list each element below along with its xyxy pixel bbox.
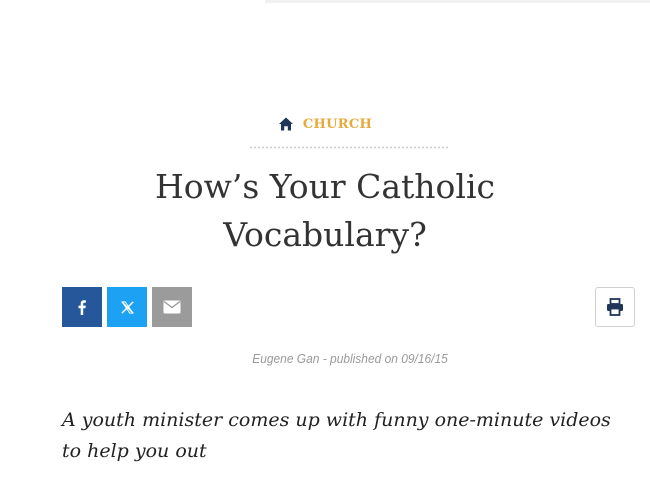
article-title-line-2: Vocabulary?: [223, 215, 427, 254]
author-name[interactable]: Eugene Gan: [252, 351, 319, 366]
article-title-line-1: How’s Your Catholic: [154, 167, 495, 206]
facebook-share-button[interactable]: [62, 287, 102, 327]
facebook-icon: [78, 300, 86, 315]
header-shadow-strip: [265, 0, 650, 3]
x-icon: [120, 300, 134, 314]
category-label[interactable]: CHURCH: [303, 117, 372, 132]
article-subtitle: A youth minister comes up with funny one…: [62, 409, 611, 462]
home-icon: [278, 116, 294, 132]
print-button[interactable]: [595, 287, 635, 327]
publish-date: 09/16/15: [401, 351, 448, 366]
email-share-button[interactable]: [152, 287, 192, 327]
printer-icon: [607, 298, 623, 316]
x-share-button[interactable]: [107, 287, 147, 327]
published-prefix: - published on: [319, 351, 402, 366]
share-buttons: [62, 287, 192, 327]
envelope-icon: [163, 300, 181, 314]
article-title: How’s Your Catholic Vocabulary?: [100, 163, 550, 259]
category-link[interactable]: CHURCH: [0, 116, 650, 132]
byline: Eugene Gan - published on 09/16/15: [28, 351, 650, 366]
dotted-divider: [249, 146, 449, 149]
